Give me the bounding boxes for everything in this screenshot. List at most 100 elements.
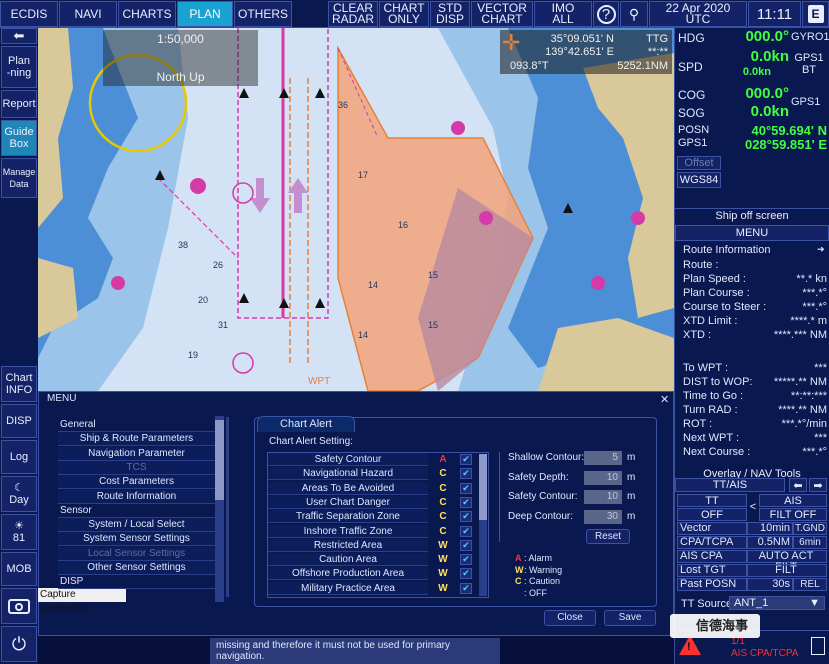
chart-only-button[interactable]: CHART ONLY — [379, 1, 429, 27]
contour-value[interactable]: 10 — [584, 470, 622, 485]
menu-button[interactable]: MENU — [675, 225, 829, 241]
chart-info-button[interactable]: Chart INFO — [1, 366, 37, 402]
alert-name[interactable]: Areas To Be Avoided — [268, 481, 428, 495]
chart-alert-tab[interactable]: Chart Alert — [257, 416, 355, 432]
contour-value[interactable]: 30 — [584, 509, 622, 524]
contour-value[interactable]: 5 — [584, 451, 622, 465]
disp-button[interactable]: DISP — [1, 404, 37, 438]
alert-scrollbar-thumb[interactable] — [479, 454, 487, 520]
tt-row-unit[interactable]: 6min — [793, 536, 827, 549]
alert-level[interactable]: W — [430, 567, 456, 580]
chart-display[interactable]: 38 26 17 16 14 15 31 19 36 14 15 20 1:50,000 Nort… — [38, 28, 674, 391]
alert-scrollbar[interactable] — [479, 454, 487, 596]
exit-icon[interactable]: E — [802, 1, 829, 27]
alert-name[interactable]: Inshore Traffic Zone — [268, 524, 428, 538]
menu-item[interactable]: Other Sensor Settings — [58, 561, 215, 575]
alert-name[interactable]: Offshore Production Area — [268, 567, 428, 581]
alert-level[interactable]: C — [430, 482, 456, 495]
std-disp-button[interactable]: STD DISP — [430, 1, 470, 27]
alert-checkbox[interactable]: ✔ — [460, 539, 472, 551]
alert-level[interactable]: C — [430, 510, 456, 523]
alert-level[interactable]: C — [430, 496, 456, 509]
alert-checkbox[interactable]: ✔ — [460, 568, 472, 580]
charts-tab[interactable]: CHARTS — [118, 1, 176, 27]
alert-name[interactable]: Traffic Separation Zone — [268, 510, 428, 524]
menu-item[interactable]: Navigation Parameter — [58, 446, 215, 461]
menu-scrollbar-track[interactable] — [226, 417, 229, 597]
contour-value[interactable]: 10 — [584, 490, 622, 504]
tt-off-button[interactable]: OFF — [677, 508, 747, 521]
scale-box[interactable]: 1:50,000 North Up — [103, 30, 258, 86]
alert-checkbox[interactable]: ✔ — [460, 468, 472, 480]
help-icon[interactable]: ? — [593, 1, 619, 27]
brightness-button[interactable]: ☀ 81 — [1, 514, 37, 550]
day-night-button[interactable]: ☾ Day — [1, 476, 37, 512]
alert-checkbox[interactable]: ✔ — [460, 454, 472, 465]
satellite-icon[interactable]: ⚲ — [620, 1, 648, 27]
mob-button[interactable]: MOB — [1, 552, 37, 586]
tt-source-select[interactable]: ANT_1 ▼ — [729, 596, 825, 610]
prev-arrow-icon[interactable]: ⬅ — [789, 478, 807, 492]
menu-item[interactable]: TCS — [58, 460, 215, 475]
list-icon[interactable] — [811, 637, 825, 655]
alert-checkbox[interactable]: ✔ — [460, 482, 472, 494]
reset-button[interactable]: Reset — [586, 529, 630, 544]
menu-item[interactable]: System Sensor Settings — [58, 532, 215, 547]
camera-icon[interactable] — [1, 588, 37, 624]
alert-name[interactable]: Military Practice Area — [268, 581, 428, 595]
alert-name[interactable]: Caution Area — [268, 553, 428, 567]
vector-chart-button[interactable]: VECTOR CHART — [471, 1, 533, 27]
tt-row-value[interactable]: 30s — [747, 578, 793, 591]
plan-tab[interactable]: PLAN — [177, 1, 233, 27]
alert-level[interactable]: W — [430, 582, 456, 595]
menu-scrollbar-thumb[interactable] — [215, 420, 224, 500]
alert-level[interactable]: A — [430, 453, 456, 466]
alert-level[interactable]: W — [430, 553, 456, 566]
alert-level[interactable]: C — [430, 525, 456, 538]
alert-name[interactable]: User Chart Danger — [268, 495, 428, 509]
alert-name[interactable]: Restricted Area — [268, 538, 428, 552]
clear-radar-button[interactable]: CLEAR RADAR — [328, 1, 378, 27]
alert-checkbox[interactable]: ✔ — [460, 525, 472, 537]
tt-row-value[interactable]: 0.5NM — [747, 536, 793, 549]
menu-item[interactable]: Ship & Route Parameters — [58, 432, 215, 447]
next-arrow-icon[interactable]: ➡ — [809, 478, 827, 492]
guide-box-button[interactable]: Guide Box — [1, 120, 37, 156]
power-icon[interactable]: ⏻ — [1, 626, 37, 662]
back-arrow-icon[interactable]: ⬅ — [1, 28, 37, 44]
menu-item[interactable]: Cost Parameters — [58, 475, 215, 490]
alert-checkbox[interactable]: ✔ — [460, 511, 472, 523]
alert-checkbox[interactable]: ✔ — [460, 496, 472, 508]
log-button[interactable]: Log — [1, 440, 37, 474]
offset-button[interactable]: Offset — [677, 156, 721, 170]
tt-row-unit[interactable]: T.GND — [793, 522, 827, 535]
imo-all-button[interactable]: IMO ALL — [534, 1, 592, 27]
arrow-right-icon[interactable]: ➜ — [817, 244, 825, 255]
manage-data-button[interactable]: Manage Data — [1, 158, 37, 198]
ecdis-button[interactable]: ECDIS — [0, 1, 58, 27]
tt-row-value[interactable]: FILT — [747, 564, 827, 577]
planning-button[interactable]: Plan -ning — [1, 46, 37, 88]
navi-tab[interactable]: NAVI — [59, 1, 117, 27]
save-button[interactable]: Save — [604, 610, 656, 626]
menu-item[interactable]: System / Local Select — [58, 518, 215, 533]
menu-item[interactable]: Local Sensor Settings — [58, 546, 215, 561]
tt-row-value[interactable]: AUTO ACT FILT — [747, 550, 827, 573]
menu-scrollbar[interactable] — [215, 416, 224, 602]
alert-name[interactable]: Navigational Hazard — [268, 467, 428, 481]
tt-row-value[interactable]: 10min — [747, 522, 793, 535]
close-button[interactable]: Close — [544, 610, 596, 626]
alert-name[interactable]: Safety Contour — [268, 453, 428, 466]
alert-checkbox[interactable]: ✔ — [460, 582, 472, 594]
danger-mark-4 — [111, 276, 125, 290]
report-button[interactable]: Report — [1, 90, 37, 118]
close-icon[interactable]: ✕ — [660, 393, 669, 406]
tt-ais-tab[interactable]: TT/AIS — [675, 478, 785, 492]
others-tab[interactable]: OTHERS — [234, 1, 292, 27]
alert-checkbox[interactable]: ✔ — [460, 554, 472, 566]
filt-off-button[interactable]: FILT OFF — [759, 508, 827, 521]
alert-level[interactable]: W — [430, 539, 456, 552]
alert-level[interactable]: C — [430, 467, 456, 480]
menu-item[interactable]: Route Information — [58, 489, 215, 504]
tt-row-unit[interactable]: REL — [793, 578, 827, 591]
